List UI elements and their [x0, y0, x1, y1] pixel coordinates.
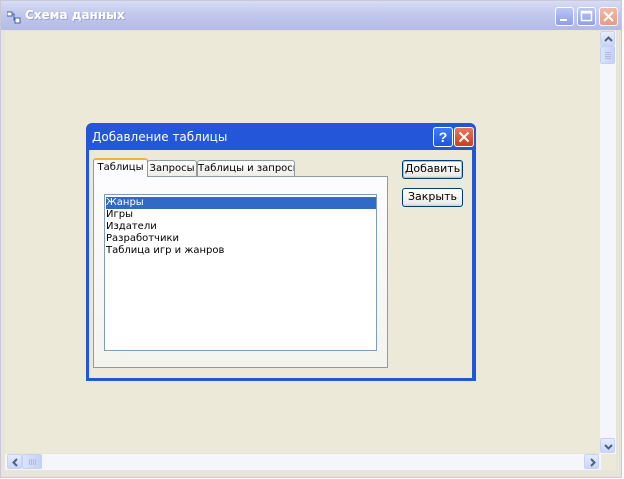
close-window-button[interactable]: [599, 7, 618, 26]
chevron-right-icon: [590, 458, 596, 467]
add-table-dialog: Добавление таблицы ? Таблицы Запросы Таб…: [86, 123, 476, 381]
tab-queries[interactable]: Запросы: [147, 160, 197, 177]
horizontal-scrollbar[interactable]: [5, 454, 601, 470]
close-icon: [603, 11, 614, 22]
horizontal-scroll-thumb[interactable]: [22, 454, 42, 469]
list-item[interactable]: Разработчики: [106, 233, 376, 245]
tab-tables-and-queries[interactable]: Таблицы и запросы: [197, 160, 295, 177]
chevron-down-icon: [604, 444, 613, 450]
scroll-down-button[interactable]: [600, 438, 615, 453]
vertical-scroll-thumb[interactable]: [600, 46, 615, 64]
list-item[interactable]: Игры: [106, 209, 376, 221]
app-root: Схема данных Добавление таблицы ? Таблиц…: [0, 0, 624, 479]
dialog-body: Таблицы Запросы Таблицы и запросы Жанры …: [89, 150, 472, 378]
scroll-up-button[interactable]: [600, 31, 615, 46]
tab-tables[interactable]: Таблицы: [93, 158, 148, 177]
minimize-icon: [560, 19, 567, 21]
close-button[interactable]: Закрыть: [402, 188, 463, 207]
maximize-button[interactable]: [577, 7, 596, 26]
table-list[interactable]: Жанры Игры Издатели Разработчики Таблица…: [104, 194, 377, 351]
window-title: Схема данных: [25, 8, 125, 22]
list-item[interactable]: Таблица игр и жанров: [106, 245, 376, 257]
help-button[interactable]: ?: [433, 127, 453, 147]
close-icon: [458, 131, 470, 143]
window-titlebar[interactable]: Схема данных: [1, 1, 621, 30]
dialog-title: Добавление таблицы: [92, 130, 228, 144]
maximize-icon: [580, 10, 593, 22]
list-item[interactable]: Жанры: [106, 197, 376, 209]
help-icon: ?: [438, 129, 448, 145]
dialog-close-button[interactable]: [454, 127, 474, 147]
relationships-icon: [6, 9, 21, 24]
minimize-button[interactable]: [555, 7, 574, 26]
list-item[interactable]: Издатели: [106, 221, 376, 233]
vertical-scrollbar[interactable]: [600, 31, 616, 454]
tables-tab-panel: Жанры Игры Издатели Разработчики Таблица…: [93, 176, 388, 368]
scroll-left-button[interactable]: [7, 454, 22, 469]
scroll-right-button[interactable]: [584, 454, 599, 469]
relationships-window: Схема данных Добавление таблицы ? Таблиц…: [0, 0, 622, 478]
chevron-up-icon: [604, 36, 613, 42]
size-grip: [601, 454, 616, 470]
add-button[interactable]: Добавить: [402, 160, 463, 179]
chevron-left-icon: [12, 458, 18, 467]
